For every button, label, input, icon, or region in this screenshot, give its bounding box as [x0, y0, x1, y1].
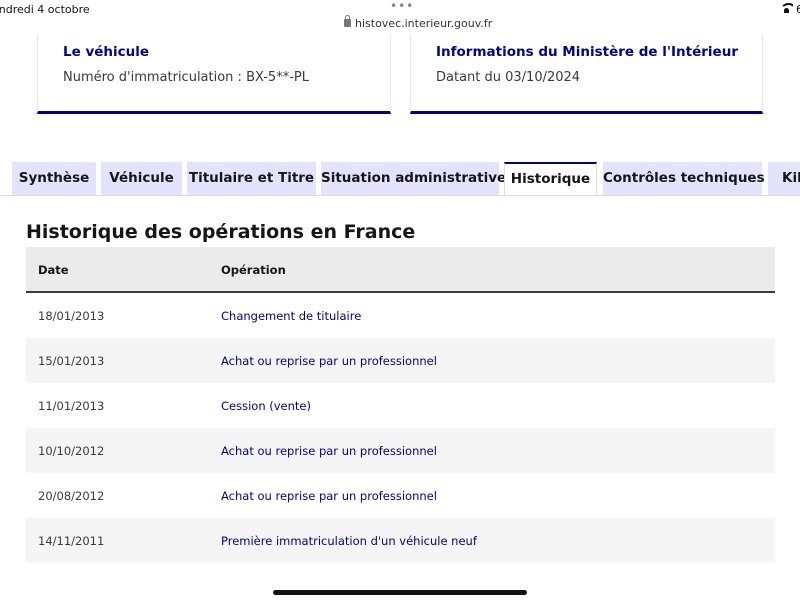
- table-row: 11/01/2013 Cession (vente): [26, 383, 775, 428]
- column-header-date: Date: [38, 263, 69, 277]
- tab-vehicule[interactable]: Véhicule: [101, 162, 182, 195]
- tab-synthese[interactable]: Synthèse: [12, 162, 96, 195]
- history-table: Date Opération 18/01/2013 Changement de …: [26, 247, 775, 563]
- table-row: 15/01/2013 Achat ou reprise par un profe…: [26, 338, 775, 383]
- table-row: 10/10/2012 Achat ou reprise par un profe…: [26, 428, 775, 473]
- tab-historique[interactable]: Historique: [504, 162, 597, 196]
- vehicle-card: Le véhicule Numéro d'immatriculation : B…: [37, 34, 391, 114]
- lock-icon: [344, 15, 351, 27]
- column-header-operation: Opération: [221, 263, 286, 277]
- vehicle-card-title: Le véhicule: [63, 44, 150, 60]
- table-row: 18/01/2013 Changement de titulaire: [26, 293, 775, 338]
- row-operation-link[interactable]: Cession (vente): [221, 399, 311, 413]
- table-header: Date Opération: [26, 247, 775, 293]
- report-date: Datant du 03/10/2024: [436, 70, 581, 85]
- tab-bar: Synthèse Véhicule Titulaire et Titre Sit…: [0, 162, 800, 196]
- row-date: 11/01/2013: [38, 399, 105, 413]
- home-indicator[interactable]: [273, 590, 527, 595]
- address-bar[interactable]: histovec.interieur.gouv.fr: [344, 15, 493, 30]
- row-date: 15/01/2013: [38, 354, 105, 368]
- registration-number: Numéro d'immatriculation : BX-5**-PL: [63, 70, 309, 85]
- ministry-card: Informations du Ministère de l'Intérieur…: [410, 34, 763, 114]
- row-operation-link[interactable]: Achat ou reprise par un professionnel: [221, 354, 437, 368]
- row-date: 20/08/2012: [38, 489, 105, 503]
- ministry-card-title: Informations du Ministère de l'Intérieur: [436, 44, 738, 60]
- table-row: 14/11/2011 Première immatriculation d'un…: [26, 518, 775, 563]
- table-row: 20/08/2012 Achat ou reprise par un profe…: [26, 473, 775, 518]
- status-date: endredi 4 octobre: [0, 3, 90, 16]
- row-operation-link[interactable]: Changement de titulaire: [221, 309, 361, 323]
- row-operation-link[interactable]: Achat ou reprise par un professionnel: [221, 444, 437, 458]
- row-date: 18/01/2013: [38, 309, 105, 323]
- section-title: Historique des opérations en France: [26, 221, 416, 243]
- row-date: 10/10/2012: [38, 444, 105, 458]
- more-dots-icon[interactable]: •••: [390, 0, 414, 13]
- row-operation-link[interactable]: Première immatriculation d'un véhicule n…: [221, 534, 477, 548]
- tab-controles-techniques[interactable]: Contrôles techniques: [603, 162, 765, 195]
- battery-level: 6: [796, 3, 800, 16]
- address-url: histovec.interieur.gouv.fr: [355, 17, 493, 30]
- status-bar: endredi 4 octobre ••• histovec.interieur…: [0, 0, 800, 34]
- tab-kilometrage[interactable]: Kilo: [768, 162, 800, 195]
- row-date: 14/11/2011: [38, 534, 105, 548]
- row-operation-link[interactable]: Achat ou reprise par un professionnel: [221, 489, 437, 503]
- tab-titulaire-titre[interactable]: Titulaire et Titre: [187, 162, 316, 195]
- tab-situation-administrative[interactable]: Situation administrative: [321, 162, 506, 195]
- wifi-icon: [780, 3, 793, 13]
